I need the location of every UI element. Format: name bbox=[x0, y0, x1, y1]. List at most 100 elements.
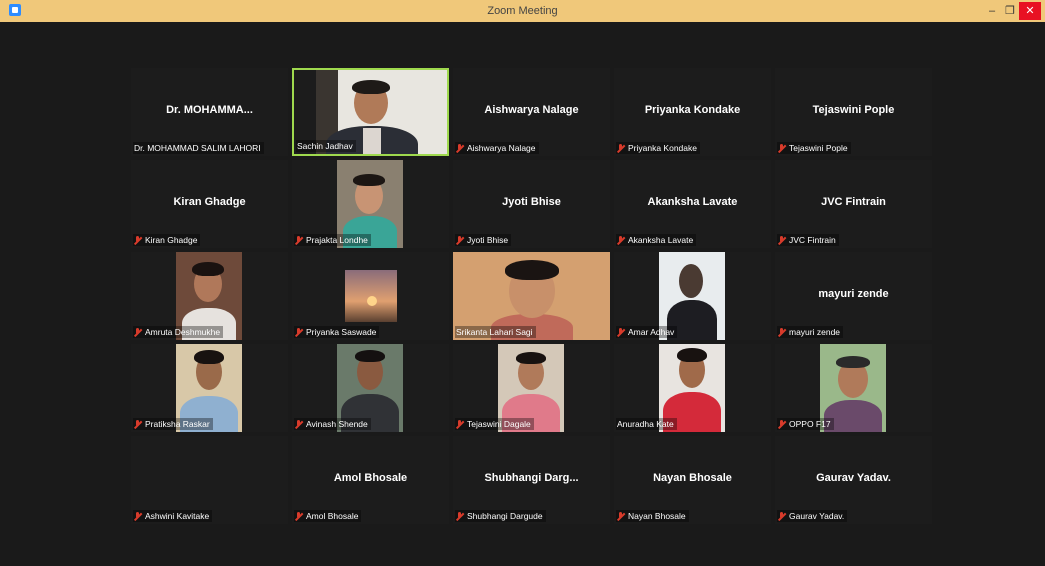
participant-tile[interactable]: Amol Bhosale Amol Bhosale bbox=[292, 436, 449, 524]
zoom-window: Zoom Meeting – ❐ ✕ Dr. MOHAMMA... Dr. MO… bbox=[0, 0, 1045, 566]
participant-tile[interactable]: mayuri zende mayuri zende bbox=[775, 252, 932, 340]
mic-muted-icon bbox=[134, 327, 142, 337]
participant-name: JVC Fintrain bbox=[789, 235, 836, 245]
participant-tile[interactable]: Priyanka Saswade bbox=[292, 252, 449, 340]
mic-muted-icon bbox=[134, 235, 142, 245]
participant-name: mayuri zende bbox=[789, 327, 841, 337]
mic-muted-icon bbox=[778, 327, 786, 337]
mic-muted-icon bbox=[295, 235, 303, 245]
title-bar[interactable]: Zoom Meeting – ❐ ✕ bbox=[0, 0, 1045, 22]
participant-label: Srikanta Lahari Sagi bbox=[455, 326, 536, 338]
participant-label: OPPO F17 bbox=[777, 418, 834, 430]
participant-label: Aishwarya Nalage bbox=[455, 142, 539, 154]
participant-label: mayuri zende bbox=[777, 326, 844, 338]
participant-tile[interactable]: OPPO F17 bbox=[775, 344, 932, 432]
participant-name: Kiran Ghadge bbox=[145, 235, 198, 245]
participant-label: JVC Fintrain bbox=[777, 234, 839, 246]
participant-tile[interactable]: Avinash Shende bbox=[292, 344, 449, 432]
participant-tile[interactable]: Prajakta Londhe bbox=[292, 160, 449, 248]
participant-name: Anuradha Kate bbox=[617, 419, 674, 429]
participant-tile[interactable]: Aishwarya Nalage Aishwarya Nalage bbox=[453, 68, 610, 156]
mic-muted-icon bbox=[134, 419, 142, 429]
participant-name: Jyoti Bhise bbox=[467, 235, 509, 245]
participant-tile[interactable]: Kiran Ghadge Kiran Ghadge bbox=[131, 160, 288, 248]
person-hair bbox=[516, 352, 546, 364]
participant-tile[interactable]: Shubhangi Darg... Shubhangi Dargude bbox=[453, 436, 610, 524]
participant-tile-active-speaker[interactable]: Sachin Jadhav bbox=[292, 68, 449, 156]
participant-tile[interactable]: Priyanka Kondake Priyanka Kondake bbox=[614, 68, 771, 156]
mic-muted-icon bbox=[778, 143, 786, 153]
mic-muted-icon bbox=[778, 419, 786, 429]
participant-tile[interactable]: Tejaswini Pople Tejaswini Pople bbox=[775, 68, 932, 156]
gallery-grid: Dr. MOHAMMA... Dr. MOHAMMAD SALIM LAHORI… bbox=[131, 68, 933, 528]
participant-tile[interactable]: Amruta Deshmukhe bbox=[131, 252, 288, 340]
participant-label: Amar Adhav bbox=[616, 326, 678, 338]
participant-name: Dr. MOHAMMAD SALIM LAHORI bbox=[134, 143, 261, 153]
mic-muted-icon bbox=[617, 327, 625, 337]
participant-name: OPPO F17 bbox=[789, 419, 831, 429]
participant-name: Priyanka Saswade bbox=[306, 327, 377, 337]
window-controls: – ❐ ✕ bbox=[983, 0, 1045, 22]
person-shirt bbox=[363, 128, 381, 154]
participant-tile[interactable]: Amar Adhav bbox=[614, 252, 771, 340]
participant-name: Amar Adhav bbox=[628, 327, 675, 337]
person-hair bbox=[677, 348, 707, 362]
participant-display-name: Gaurav Yadav. bbox=[816, 472, 891, 484]
participant-tile[interactable]: Srikanta Lahari Sagi bbox=[453, 252, 610, 340]
participant-label: Nayan Bhosale bbox=[616, 510, 689, 522]
participant-name: Gaurav Yadav. bbox=[789, 511, 845, 521]
participant-name: Avinash Shende bbox=[306, 419, 368, 429]
sun-glow bbox=[367, 296, 377, 306]
participant-label: Pratiksha Raskar bbox=[133, 418, 213, 430]
participant-name: Sachin Jadhav bbox=[297, 141, 353, 151]
participant-name: Aishwarya Nalage bbox=[467, 143, 536, 153]
participant-tile[interactable]: Dr. MOHAMMA... Dr. MOHAMMAD SALIM LAHORI bbox=[131, 68, 288, 156]
participant-tile[interactable]: Nayan Bhosale Nayan Bhosale bbox=[614, 436, 771, 524]
restore-button[interactable]: ❐ bbox=[1001, 2, 1019, 20]
participant-label: Gaurav Yadav. bbox=[777, 510, 848, 522]
participant-name: Tejaswini Dagale bbox=[467, 419, 531, 429]
mic-muted-icon bbox=[456, 419, 464, 429]
participant-tile[interactable]: Tejaswini Dagale bbox=[453, 344, 610, 432]
participant-name: Nayan Bhosale bbox=[628, 511, 686, 521]
participant-display-name: Aishwarya Nalage bbox=[484, 104, 579, 116]
participant-display-name: Priyanka Kondake bbox=[644, 104, 741, 116]
participant-tile[interactable]: Anuradha Kate bbox=[614, 344, 771, 432]
participant-tile[interactable]: JVC Fintrain JVC Fintrain bbox=[775, 160, 932, 248]
minimize-button[interactable]: – bbox=[983, 2, 1001, 20]
participant-label: Ashwini Kavitake bbox=[133, 510, 213, 522]
participant-display-name: Kiran Ghadge bbox=[173, 196, 246, 208]
participant-name: Ashwini Kavitake bbox=[145, 511, 210, 521]
mic-muted-icon bbox=[456, 143, 464, 153]
close-button[interactable]: ✕ bbox=[1019, 2, 1041, 20]
participant-name: Amruta Deshmukhe bbox=[145, 327, 221, 337]
person-hair bbox=[194, 350, 224, 364]
person-head bbox=[679, 264, 703, 298]
participant-display-name: Akanksha Lavate bbox=[647, 196, 738, 208]
mic-muted-icon bbox=[134, 511, 142, 521]
participant-tile[interactable]: Jyoti Bhise Jyoti Bhise bbox=[453, 160, 610, 248]
participant-tile[interactable]: Akanksha Lavate Akanksha Lavate bbox=[614, 160, 771, 248]
participant-name: Amol Bhosale bbox=[306, 511, 359, 521]
participant-tile[interactable]: Gaurav Yadav. Gaurav Yadav. bbox=[775, 436, 932, 524]
mic-muted-icon bbox=[295, 327, 303, 337]
participant-name: Priyanka Kondake bbox=[628, 143, 697, 153]
participant-label: Sachin Jadhav bbox=[296, 140, 356, 152]
person-hair bbox=[836, 356, 870, 368]
participant-label: Tejaswini Dagale bbox=[455, 418, 534, 430]
participant-tile[interactable]: Ashwini Kavitake bbox=[131, 436, 288, 524]
participant-name: Tejaswini Pople bbox=[789, 143, 848, 153]
participant-display-name: Tejaswini Pople bbox=[812, 104, 895, 116]
participant-tile[interactable]: Pratiksha Raskar bbox=[131, 344, 288, 432]
person-hair bbox=[355, 350, 385, 362]
participant-label: Jyoti Bhise bbox=[455, 234, 512, 246]
mic-muted-icon bbox=[295, 419, 303, 429]
mic-muted-icon bbox=[295, 511, 303, 521]
participant-name: Shubhangi Dargude bbox=[467, 511, 543, 521]
mic-muted-icon bbox=[778, 235, 786, 245]
person-hair bbox=[505, 260, 559, 280]
mic-muted-icon bbox=[617, 235, 625, 245]
mic-muted-icon bbox=[778, 511, 786, 521]
participant-display-name: Shubhangi Darg... bbox=[484, 472, 579, 484]
participant-display-name: mayuri zende bbox=[818, 288, 889, 300]
